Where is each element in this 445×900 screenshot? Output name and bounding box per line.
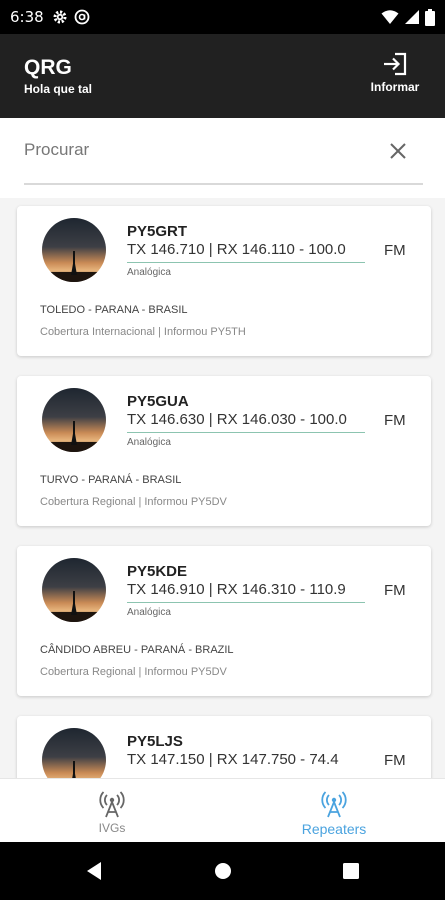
repeater-mode-type: Analógica [127, 267, 171, 278]
repeater-mode-type: Analógica [127, 437, 171, 448]
app-subtitle: Hola que tal [24, 82, 93, 96]
app-title: QRG [24, 56, 72, 79]
repeater-location: TOLEDO - PARANA - BRASIL [40, 304, 188, 316]
repeater-callsign: PY5LJS [127, 733, 183, 750]
bottom-navigation: IVGs Repeaters [0, 778, 445, 842]
report-label: Informar [370, 80, 420, 94]
close-icon[interactable] [387, 140, 409, 162]
battery-icon [425, 8, 435, 26]
repeater-mode: FM [384, 582, 406, 599]
home-button[interactable] [193, 842, 253, 900]
repeater-card[interactable]: PY5LJS TX 147.150 | RX 147.750 - 74.4 FM [17, 716, 431, 778]
at-sign-icon [74, 9, 90, 25]
recents-button[interactable] [321, 842, 381, 900]
frequency-underline [127, 262, 365, 263]
back-button[interactable] [64, 842, 124, 900]
settings-gear-icon [53, 10, 67, 24]
search-underline [24, 183, 423, 185]
antenna-icon [321, 791, 347, 818]
repeater-mode: FM [384, 412, 406, 429]
repeater-callsign: PY5GUA [127, 393, 189, 410]
login-icon [384, 52, 407, 76]
wifi-icon [381, 10, 399, 24]
repeater-frequency: TX 146.910 | RX 146.310 - 110.9 [127, 581, 346, 598]
status-time: 6:38 [10, 8, 44, 26]
repeater-avatar [42, 218, 106, 282]
repeater-card[interactable]: PY5KDE TX 146.910 | RX 146.310 - 110.9 A… [17, 546, 431, 696]
repeater-avatar [42, 388, 106, 452]
repeater-frequency: TX 146.710 | RX 146.110 - 100.0 [127, 241, 346, 258]
repeater-card[interactable]: PY5GRT TX 146.710 | RX 146.110 - 100.0 A… [17, 206, 431, 356]
repeater-frequency: TX 146.630 | RX 146.030 - 100.0 [127, 411, 347, 428]
repeater-avatar [42, 558, 106, 622]
app-bar: QRG Hola que tal Informar [0, 34, 445, 118]
tab-repeaters[interactable]: Repeaters [269, 789, 399, 837]
system-navigation-bar [0, 842, 445, 900]
repeater-location: CÂNDIDO ABREU - PARANÁ - BRAZIL [40, 644, 234, 656]
home-circle-icon [215, 863, 231, 879]
frequency-underline [127, 432, 365, 433]
repeater-list[interactable]: PY5GRT TX 146.710 | RX 146.110 - 100.0 A… [0, 198, 445, 778]
report-button[interactable]: Informar [367, 52, 423, 94]
repeater-mode: FM [384, 752, 406, 769]
tab-ivgs-label: IVGs [98, 821, 126, 835]
repeater-location: TURVO - PARANÁ - BRASIL [40, 474, 182, 486]
frequency-underline [127, 602, 365, 603]
repeater-mode: FM [384, 242, 406, 259]
search-input[interactable]: Procurar [24, 140, 324, 160]
repeater-info: Cobertura Regional | Informou PY5DV [40, 666, 227, 678]
status-bar: 6:38 [0, 0, 445, 34]
search-bar: Procurar [0, 118, 445, 198]
repeater-callsign: PY5KDE [127, 563, 188, 580]
recents-square-icon [343, 863, 359, 879]
antenna-icon [99, 791, 125, 818]
signal-icon [405, 10, 419, 24]
repeater-mode-type: Analógica [127, 607, 171, 618]
back-triangle-icon [87, 862, 101, 880]
repeater-frequency: TX 147.150 | RX 147.750 - 74.4 [127, 751, 339, 768]
repeater-info: Cobertura Internacional | Informou PY5TH [40, 326, 246, 338]
repeater-avatar [42, 728, 106, 778]
tab-ivgs[interactable]: IVGs [47, 789, 177, 835]
repeater-info: Cobertura Regional | Informou PY5DV [40, 496, 227, 508]
repeater-card[interactable]: PY5GUA TX 146.630 | RX 146.030 - 100.0 A… [17, 376, 431, 526]
repeater-callsign: PY5GRT [127, 223, 188, 240]
tab-repeaters-label: Repeaters [301, 821, 367, 837]
